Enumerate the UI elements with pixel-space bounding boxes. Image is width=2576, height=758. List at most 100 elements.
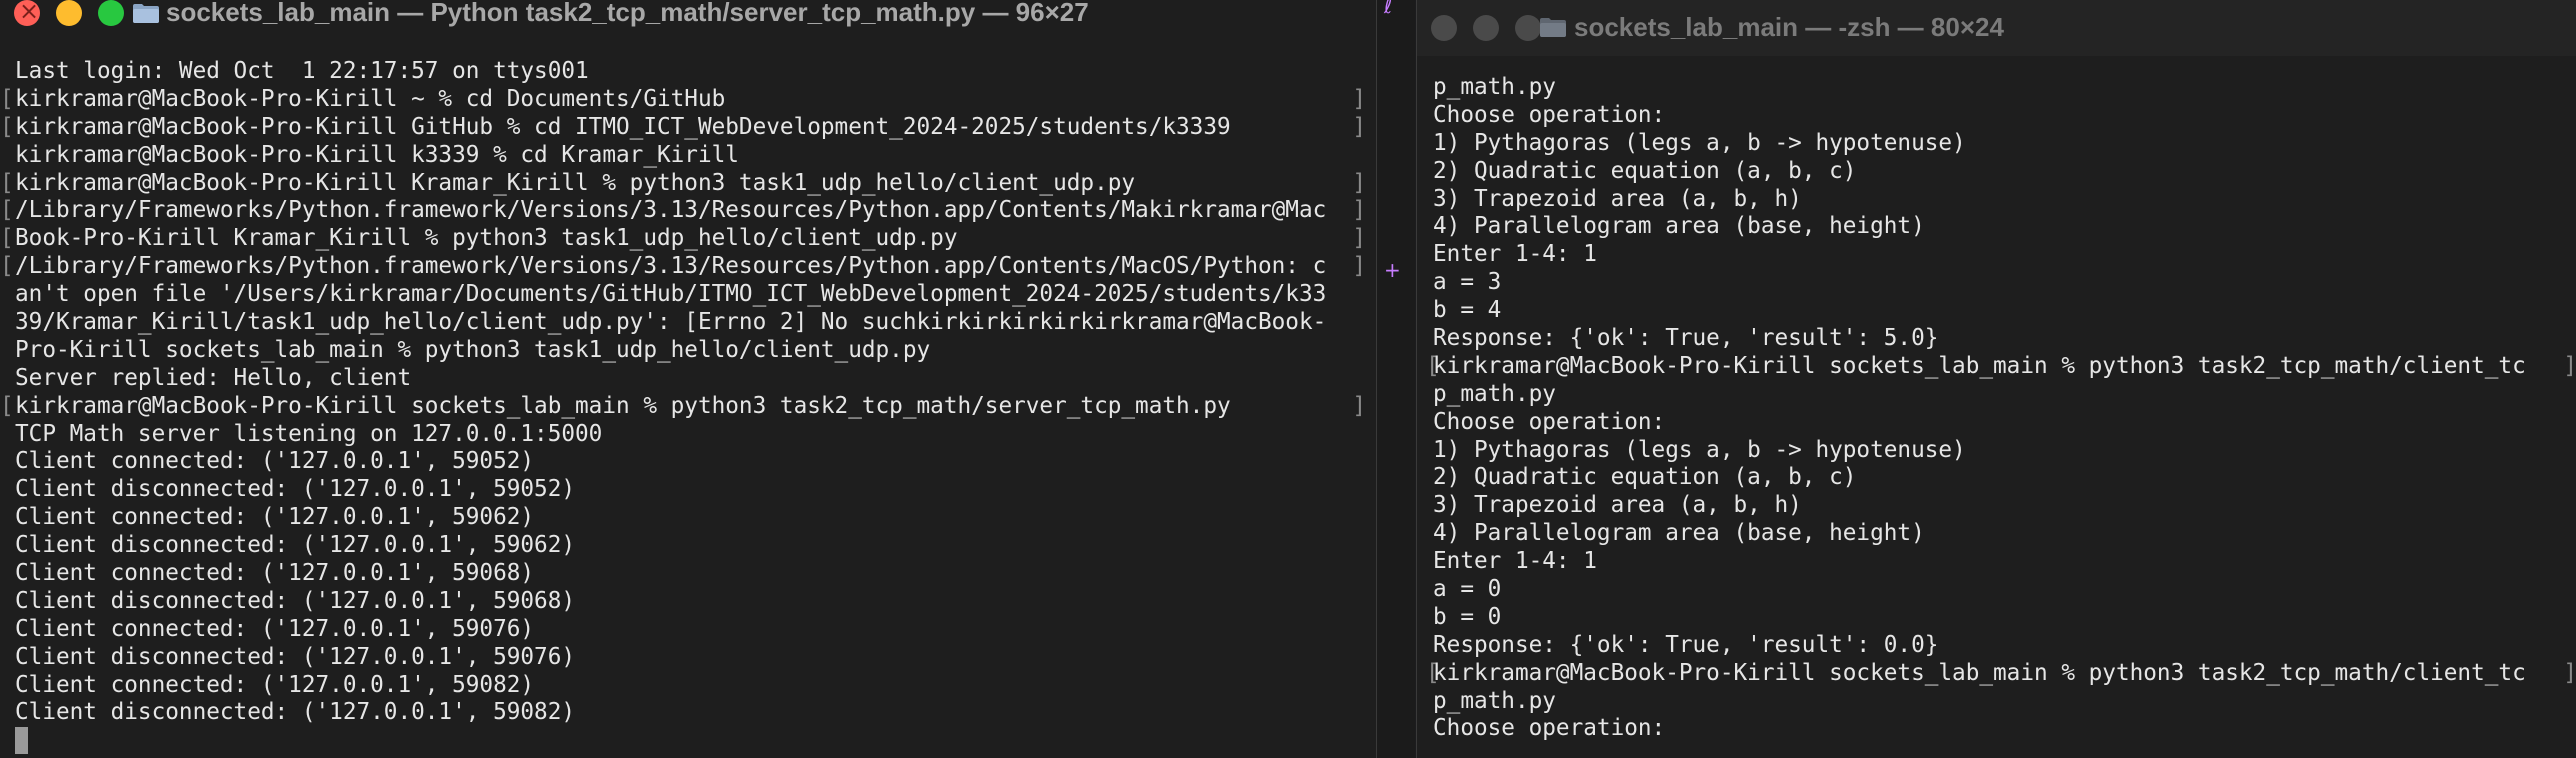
- terminal-line: Response: {'ok': True, 'result': 5.0}: [1417, 325, 2576, 353]
- terminal-line: b = 0: [1417, 604, 2576, 632]
- terminal-line-text: a = 0: [1433, 576, 1502, 603]
- terminal-line-text: Client connected: ('127.0.0.1', 59076): [15, 615, 535, 642]
- line-mark-left: [: [0, 253, 14, 280]
- terminal-line: Choose operation:: [1417, 715, 2576, 743]
- terminal-line: Client connected: ('127.0.0.1', 59076): [0, 616, 1376, 644]
- terminal-line: [/Library/Frameworks/Python.framework/Ve…: [0, 253, 1376, 281]
- terminal-line: kirkramar@MacBook-Pro-Kirill k3339 % cd …: [0, 142, 1376, 170]
- line-mark-right: ]: [1352, 392, 1366, 419]
- window-titlebar[interactable]: sockets_lab_main — -zsh — 80×24: [1417, 0, 2576, 56]
- terminal-line: Client disconnected: ('127.0.0.1', 59062…: [0, 532, 1376, 560]
- terminal-line: a = 0: [1417, 576, 2576, 604]
- terminal-window-client[interactable]: sockets_lab_main — -zsh — 80×24 p_math.p…: [1416, 0, 2576, 758]
- line-mark-right: ]: [1352, 169, 1366, 196]
- terminal-line: p_math.py: [1417, 74, 2576, 102]
- terminal-line-text: Client connected: ('127.0.0.1', 59062): [15, 504, 535, 531]
- terminal-line: Client connected: ('127.0.0.1', 59068): [0, 560, 1376, 588]
- terminal-line-text: Response: {'ok': True, 'result': 0.0}: [1433, 631, 1939, 658]
- terminal-line: [kirkramar@MacBook-Pro-Kirill ~ % cd Doc…: [0, 86, 1376, 114]
- terminal-line: 1) Pythagoras (legs a, b -> hypotenuse): [1417, 130, 2576, 158]
- line-mark-right: ]: [1352, 197, 1366, 224]
- terminal-output[interactable]: p_math.py Choose operation: 1) Pythagoras …: [1417, 74, 2576, 758]
- terminal-line: Response: {'ok': True, 'result': 0.0}: [1417, 632, 2576, 660]
- terminal-line-text: Book-Pro-Kirill Kramar_Kirill % python3 …: [15, 225, 958, 252]
- traffic-lights: [14, 0, 124, 26]
- terminal-line: Client connected: ('127.0.0.1', 59052): [0, 448, 1376, 476]
- terminal-line: Choose operation:: [1417, 102, 2576, 130]
- window-title: sockets_lab_main — Python task2_tcp_math…: [166, 0, 1089, 27]
- terminal-line-text: Client disconnected: ('127.0.0.1', 59076…: [15, 643, 576, 670]
- terminal-line-text: kirkramar@MacBook-Pro-Kirill sockets_lab…: [1433, 659, 2526, 686]
- line-mark-right: ]: [1352, 253, 1366, 280]
- terminal-line-text: Choose operation:: [1433, 408, 1666, 435]
- terminal-line: 4) Parallelogram area (base, height): [1417, 213, 2576, 241]
- terminal-line-text: Choose operation:: [1433, 101, 1666, 128]
- traffic-lights: [1431, 15, 1541, 41]
- minimize-button[interactable]: [1473, 15, 1499, 41]
- terminal-line: Client disconnected: ('127.0.0.1', 59052…: [0, 476, 1376, 504]
- minimize-button[interactable]: [56, 0, 82, 26]
- terminal-line: 3) Trapezoid area (a, b, h): [1417, 492, 2576, 520]
- terminal-line-text: /Library/Frameworks/Python.framework/Ver…: [15, 253, 1327, 280]
- terminal-line: an't open file '/Users/kirkramar/Documen…: [0, 281, 1376, 309]
- terminal-line-text: Client disconnected: ('127.0.0.1', 59062…: [15, 532, 576, 559]
- line-mark-right: ]: [1352, 85, 1366, 112]
- folder-icon: [133, 4, 159, 23]
- close-button[interactable]: [1431, 15, 1457, 41]
- terminal-line: Server replied: Hello, client: [0, 365, 1376, 393]
- terminal-line: 2) Quadratic equation (a, b, c): [1417, 158, 2576, 186]
- close-button[interactable]: [14, 0, 40, 26]
- terminal-line-text: /Library/Frameworks/Python.framework/Ver…: [15, 197, 1327, 224]
- text-cursor: [15, 727, 28, 755]
- terminal-line: 39/Kramar_Kirill/task1_udp_hello/client_…: [0, 309, 1376, 337]
- terminal-line-text: 3) Trapezoid area (a, b, h): [1433, 185, 1802, 212]
- terminal-line: [kirkramar@MacBook-Pro-Kirill sockets_la…: [0, 393, 1376, 421]
- terminal-line: Enter 1-4: 1: [1417, 548, 2576, 576]
- terminal-line-text: p_math.py: [1433, 380, 1556, 407]
- terminal-line: [/Library/Frameworks/Python.framework/Ve…: [0, 197, 1376, 225]
- terminal-line-text: b = 4: [1433, 297, 1502, 324]
- terminal-window-server[interactable]: sockets_lab_main — Python task2_tcp_math…: [0, 0, 1377, 758]
- terminal-line: TCP Math server listening on 127.0.0.1:5…: [0, 421, 1376, 449]
- terminal-line-text: 39/Kramar_Kirill/task1_udp_hello/client_…: [15, 309, 1327, 336]
- window-titlebar[interactable]: sockets_lab_main — Python task2_tcp_math…: [0, 0, 1376, 30]
- terminal-line-text: 2) Quadratic equation (a, b, c): [1433, 464, 1857, 491]
- terminal-line-text: a = 3: [1433, 269, 1502, 296]
- terminal-line-text: b = 0: [1433, 603, 1502, 630]
- terminal-line: Client connected: ('127.0.0.1', 59082): [0, 672, 1376, 700]
- terminal-line: 3) Trapezoid area (a, b, h): [1417, 186, 2576, 214]
- line-mark-right: ]: [2563, 659, 2576, 686]
- line-mark-left: [: [0, 85, 14, 112]
- terminal-line-text: 1) Pythagoras (legs a, b -> hypotenuse): [1433, 436, 1966, 463]
- terminal-line-text: kirkramar@MacBook-Pro-Kirill sockets_lab…: [15, 392, 1231, 419]
- terminal-prompt-line[interactable]: [0, 727, 1376, 755]
- terminal-line-text: kirkramar@MacBook-Pro-Kirill sockets_lab…: [1433, 352, 2526, 379]
- terminal-line: [kirkramar@MacBook-Pro-Kirill Kramar_Kir…: [0, 170, 1376, 198]
- zoom-button[interactable]: [1515, 15, 1541, 41]
- zoom-button[interactable]: [98, 0, 124, 26]
- terminal-line: Choose operation:: [1417, 409, 2576, 437]
- line-mark-left: [: [0, 225, 14, 252]
- terminal-line: [kirkramar@MacBook-Pro-Kirill sockets_la…: [1417, 353, 2576, 381]
- terminal-line: [kirkramar@MacBook-Pro-Kirill GitHub % c…: [0, 114, 1376, 142]
- window-gap: [1377, 0, 1415, 758]
- terminal-line-text: Client connected: ('127.0.0.1', 59052): [15, 448, 535, 475]
- terminal-line-text: 4) Parallelogram area (base, height): [1433, 520, 1925, 547]
- terminal-line-text: TCP Math server listening on 127.0.0.1:5…: [15, 420, 603, 447]
- terminal-line: 1) Pythagoras (legs a, b -> hypotenuse): [1417, 437, 2576, 465]
- terminal-line-text: Client disconnected: ('127.0.0.1', 59082…: [15, 699, 576, 726]
- terminal-line: Client disconnected: ('127.0.0.1', 59068…: [0, 588, 1376, 616]
- terminal-output[interactable]: Last login: Wed Oct 1 22:17:57 on ttys00…: [0, 58, 1376, 758]
- terminal-line-text: an't open file '/Users/kirkramar/Documen…: [15, 281, 1327, 308]
- line-mark-right: ]: [1352, 113, 1366, 140]
- terminal-line-text: kirkramar@MacBook-Pro-Kirill GitHub % cd…: [15, 113, 1231, 140]
- terminal-line-text: Client connected: ('127.0.0.1', 59082): [15, 671, 535, 698]
- terminal-line: a = 3: [1417, 269, 2576, 297]
- line-mark-right: ]: [2563, 352, 2576, 379]
- line-mark-left: [: [0, 392, 14, 419]
- terminal-line: Client disconnected: ('127.0.0.1', 59076…: [0, 644, 1376, 672]
- line-mark-left: [: [0, 197, 14, 224]
- terminal-line-text: Client disconnected: ('127.0.0.1', 59068…: [15, 587, 576, 614]
- terminal-line: b = 4: [1417, 297, 2576, 325]
- terminal-line-text: p_math.py: [1433, 74, 1556, 100]
